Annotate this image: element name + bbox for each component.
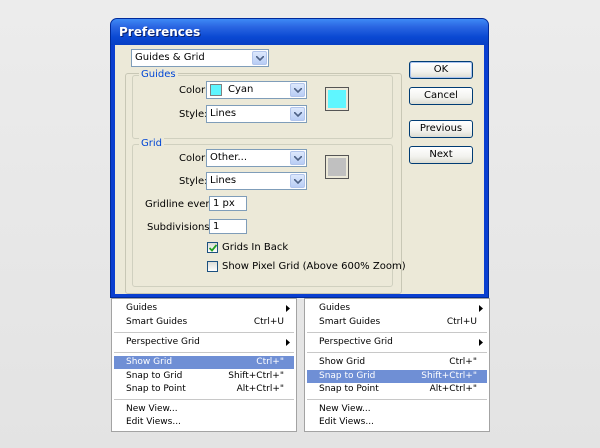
guides-legend: Guides (139, 69, 178, 80)
menu-separator (307, 352, 487, 353)
menu-item-edit-views[interactable]: Edit Views... (114, 416, 294, 429)
menu-separator (114, 352, 294, 353)
menu-separator (114, 399, 294, 400)
menu-separator (307, 399, 487, 400)
chevron-down-icon[interactable] (252, 51, 267, 65)
grid-style-value: Lines (210, 175, 237, 186)
ok-button[interactable]: OK (409, 61, 473, 79)
previous-button[interactable]: Previous (409, 120, 473, 138)
guides-color-select[interactable]: Cyan (206, 81, 307, 99)
preferences-dialog: Preferences Guides & Grid Guides Color: … (110, 18, 489, 298)
chevron-down-icon[interactable] (290, 151, 305, 165)
grid-color-preview[interactable] (325, 155, 349, 179)
gridline-every-input[interactable]: 1 px (209, 196, 247, 211)
grid-color-select[interactable]: Other... (206, 149, 307, 167)
view-menu-left: Guides Smart Guides Ctrl+U Perspective G… (111, 298, 297, 432)
menu-item-show-grid[interactable]: Show Grid Ctrl+" (307, 356, 487, 369)
gridline-every-label: Gridline every: (145, 199, 219, 210)
submenu-arrow-icon (479, 339, 483, 346)
cancel-button[interactable]: Cancel (409, 87, 473, 105)
dialog-title[interactable]: Preferences (111, 19, 488, 45)
guides-color-label: Color: (179, 85, 209, 96)
chevron-down-icon[interactable] (290, 107, 305, 121)
grid-color-label: Color: (179, 153, 209, 164)
guides-color-value: Cyan (228, 84, 254, 95)
menu-item-snap-to-point[interactable]: Snap to Point Alt+Ctrl+" (307, 383, 487, 396)
guides-style-value: Lines (210, 108, 237, 119)
guides-style-select[interactable]: Lines (206, 105, 307, 123)
menu-item-show-grid[interactable]: Show Grid Ctrl+" (114, 356, 294, 369)
chevron-down-icon[interactable] (290, 83, 305, 97)
next-button[interactable]: Next (409, 146, 473, 164)
grids-in-back-label[interactable]: Grids In Back (222, 242, 288, 253)
menu-item-smart-guides[interactable]: Smart Guides Ctrl+U (307, 316, 487, 329)
menu-item-snap-to-point[interactable]: Snap to Point Alt+Ctrl+" (114, 383, 294, 396)
grid-legend: Grid (139, 138, 164, 149)
menu-item-snap-to-grid[interactable]: Snap to Grid Shift+Ctrl+" (114, 370, 294, 383)
section-select[interactable]: Guides & Grid (131, 49, 269, 67)
subdivisions-label: Subdivisions: (147, 222, 213, 233)
guides-style-label: Style: (179, 109, 208, 120)
guides-color-swatch (210, 84, 222, 96)
grids-in-back-checkbox[interactable] (207, 242, 218, 253)
menu-item-guides[interactable]: Guides (114, 302, 294, 315)
pixel-grid-checkbox[interactable] (207, 261, 218, 272)
chevron-down-icon[interactable] (290, 174, 305, 188)
guides-color-preview[interactable] (325, 87, 349, 111)
menu-separator (114, 332, 294, 333)
grid-style-label: Style: (179, 176, 208, 187)
menu-item-perspective-grid[interactable]: Perspective Grid (307, 336, 487, 349)
checkmark-icon (209, 244, 217, 252)
view-menu-right: Guides Smart Guides Ctrl+U Perspective G… (304, 298, 490, 432)
pixel-grid-label[interactable]: Show Pixel Grid (Above 600% Zoom) (222, 261, 406, 272)
menu-item-guides[interactable]: Guides (307, 302, 487, 315)
grid-color-value: Other... (210, 152, 248, 163)
dialog-body: Guides & Grid Guides Color: Cyan Style: … (115, 45, 484, 294)
menu-item-perspective-grid[interactable]: Perspective Grid (114, 336, 294, 349)
subdivisions-input[interactable]: 1 (209, 219, 247, 234)
menu-separator (307, 332, 487, 333)
menu-item-new-view[interactable]: New View... (114, 403, 294, 416)
menu-item-new-view[interactable]: New View... (307, 403, 487, 416)
section-select-value: Guides & Grid (135, 52, 205, 63)
submenu-arrow-icon (479, 305, 483, 312)
menu-item-smart-guides[interactable]: Smart Guides Ctrl+U (114, 316, 294, 329)
menu-item-snap-to-grid[interactable]: Snap to Grid Shift+Ctrl+" (307, 370, 487, 383)
menu-item-edit-views[interactable]: Edit Views... (307, 416, 487, 429)
submenu-arrow-icon (286, 305, 290, 312)
submenu-arrow-icon (286, 339, 290, 346)
grid-style-select[interactable]: Lines (206, 172, 307, 190)
